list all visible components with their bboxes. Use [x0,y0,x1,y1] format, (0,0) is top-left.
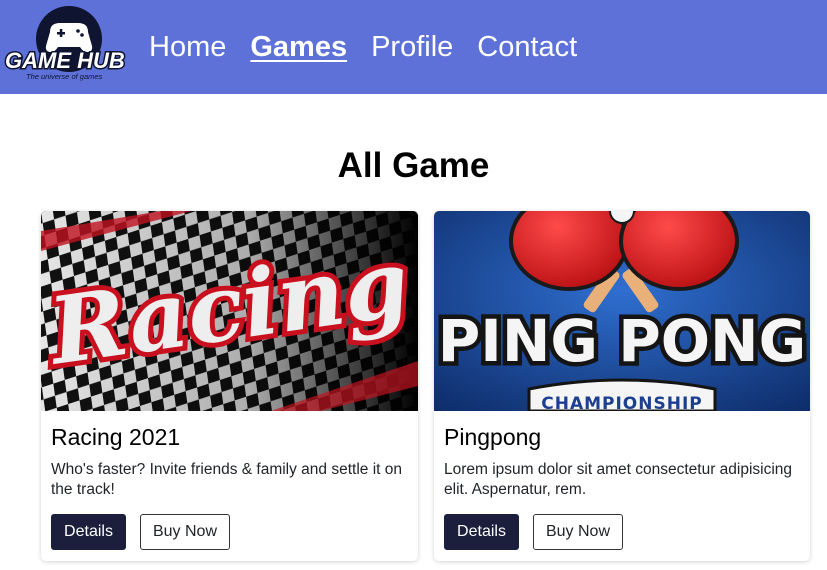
details-button[interactable]: Details [51,514,126,550]
details-button[interactable]: Details [444,514,519,550]
card-title: Pingpong [444,424,542,450]
main-nav: Home Games Profile Contact [149,28,577,66]
game-hub-logo[interactable]: GAME HUB The universe of games [2,2,138,86]
nav-games[interactable]: Games [250,28,347,66]
game-card-pingpong: PING PONG CHAMPIONSHIP Pingpong Lorem ip… [434,211,810,561]
card-title: Racing 2021 [51,424,181,450]
page-title: All Game [337,146,490,185]
pingpong-cover-subtext: CHAMPIONSHIP [541,394,703,411]
card-description: Lorem ipsum dolor sit amet consectetur a… [444,461,793,498]
logo-tagline-text: The universe of games [26,72,103,81]
nav-contact[interactable]: Contact [477,28,577,66]
game-card-racing: Racing Racing 2021 Who's faster? Invite … [41,211,418,561]
pingpong-cover-text: PING PONG [438,307,806,375]
buy-now-button[interactable]: Buy Now [140,514,230,550]
navbar: GAME HUB The universe of games Home Game… [0,0,827,94]
logo-brand-text: GAME HUB [5,48,125,73]
nav-profile[interactable]: Profile [371,28,453,66]
card-description: Who's faster? Invite friends & family an… [51,461,403,498]
pingpong-cover-image: PING PONG CHAMPIONSHIP [434,211,810,411]
nav-home[interactable]: Home [149,28,226,66]
buy-now-button[interactable]: Buy Now [533,514,623,550]
racing-cover-image: Racing [41,211,418,411]
